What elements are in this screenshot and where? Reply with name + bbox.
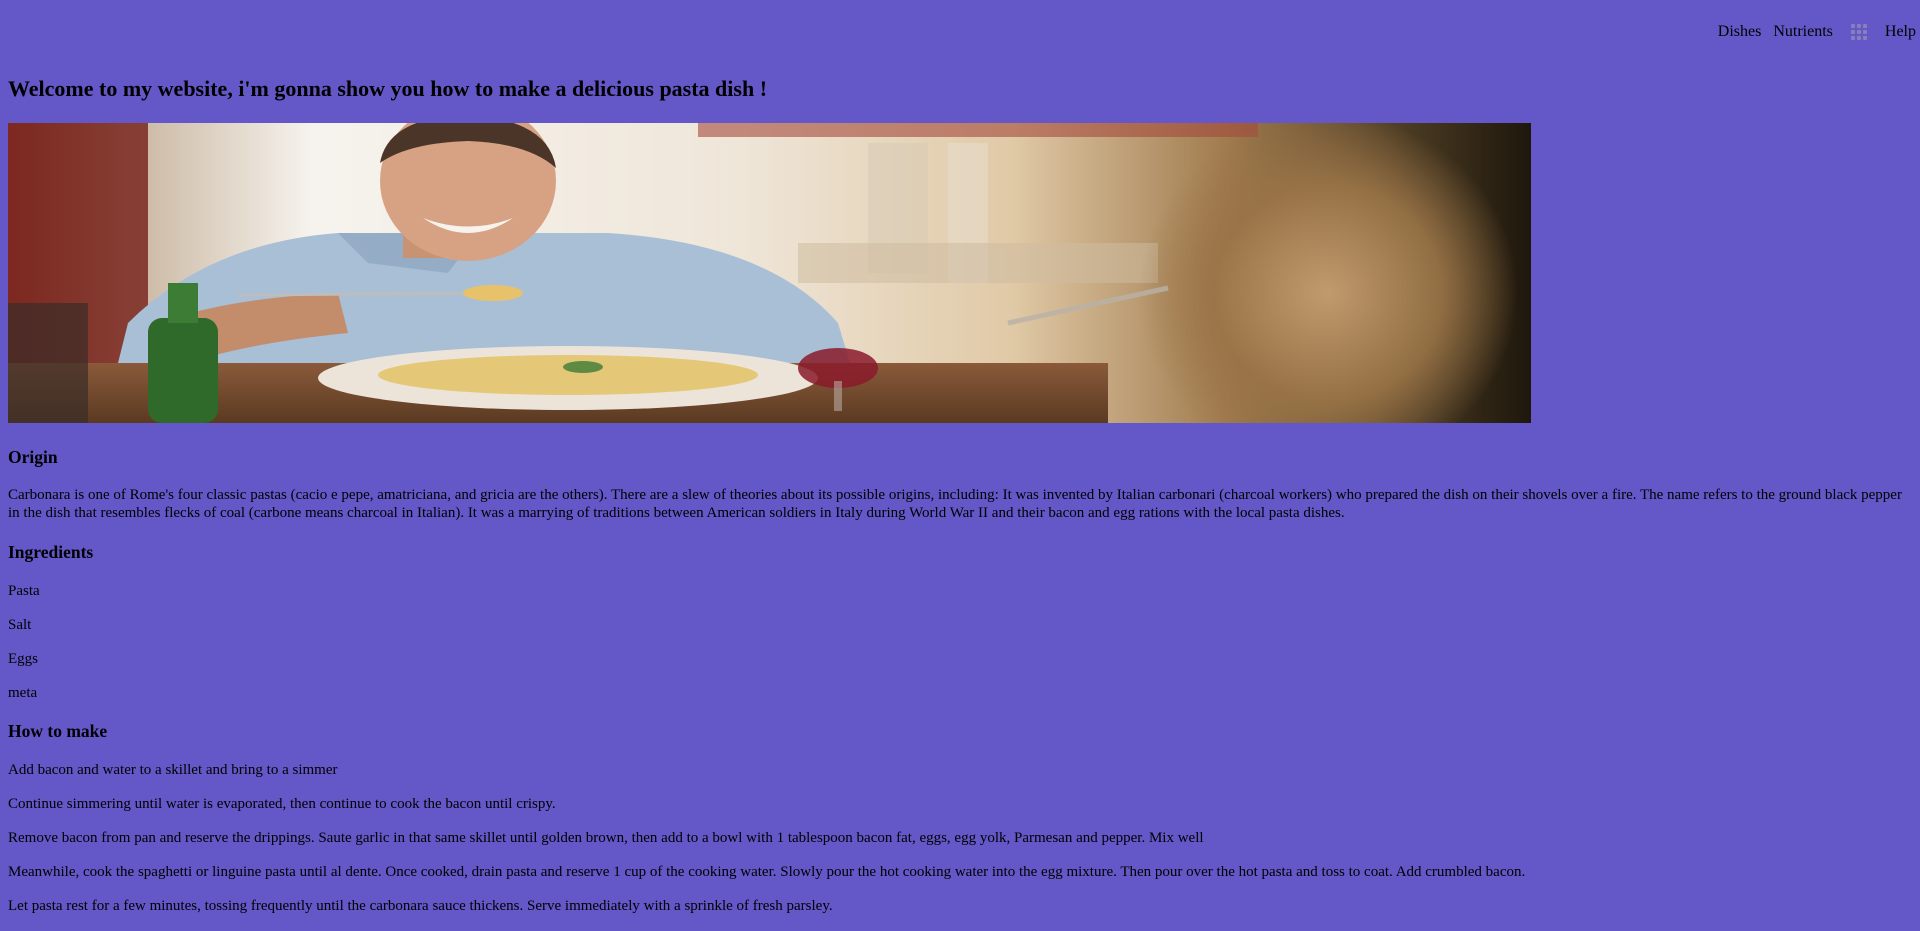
ingredient-item: meta <box>8 685 38 701</box>
how-to-step: Continue simmering until water is evapor… <box>8 796 556 812</box>
how-to-heading: How to make <box>8 721 108 741</box>
nav-link-nutrients[interactable]: Nutrients <box>1773 22 1833 42</box>
nav-link-help[interactable]: Help <box>1885 22 1916 42</box>
nav-link-dishes[interactable]: Dishes <box>1718 22 1762 42</box>
how-to-step: Add bacon and water to a skillet and bri… <box>8 762 338 778</box>
hero-image <box>8 123 1531 423</box>
how-to-step: Let pasta rest for a few minutes, tossin… <box>8 898 833 914</box>
how-to-step: Meanwhile, cook the spaghetti or linguin… <box>8 864 1526 880</box>
top-navigation: Dishes Nutrients Help <box>1718 22 1920 42</box>
ingredient-item: Eggs <box>8 651 38 667</box>
page-title: Welcome to my website, i'm gonna show yo… <box>8 76 768 101</box>
origin-heading: Origin <box>8 447 58 467</box>
ingredients-heading: Ingredients <box>8 542 94 562</box>
grid-apps-icon[interactable] <box>1850 24 1867 40</box>
ingredient-item: Salt <box>8 617 32 633</box>
how-to-step: Remove bacon from pan and reserve the dr… <box>8 830 1204 846</box>
ingredient-item: Pasta <box>8 583 40 599</box>
origin-paragraph: Carbonara is one of Rome's four classic … <box>8 487 1902 521</box>
